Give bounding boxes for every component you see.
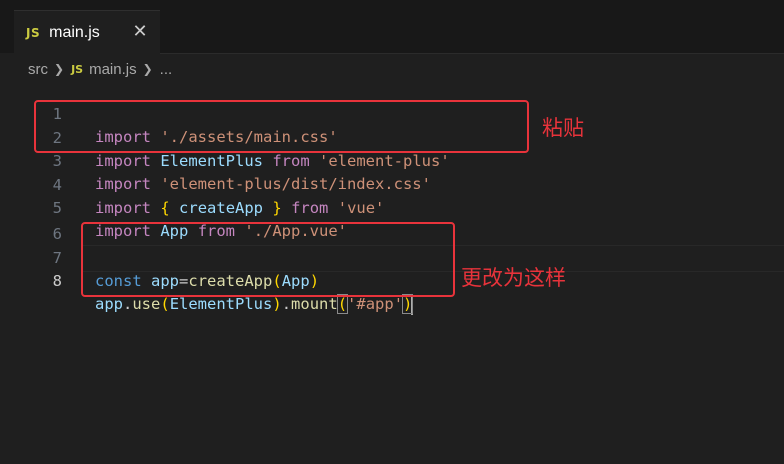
annotation-change: 更改为这样 [461,266,566,290]
line-number: 8 [52,272,62,290]
function-name: mount [291,295,338,313]
code-line[interactable]: 6 [0,200,784,243]
javascript-file-icon: JS [71,62,84,76]
paren: ( [160,295,170,313]
identifier: app [95,295,123,313]
code-line[interactable]: 5 import App from './App.vue' [0,174,784,240]
paren: ) [272,295,282,313]
breadcrumb-folder[interactable]: src [28,61,48,78]
annotation-paste: 粘贴 [542,116,584,140]
javascript-file-icon: JS [26,25,41,40]
breadcrumb-file[interactable]: main.js [89,61,137,78]
operator: . [281,295,292,313]
tab-label: main.js [49,23,100,41]
operator: . [123,295,133,313]
text-cursor [411,294,414,315]
breadcrumb: src ❯ JS main.js ❯ ... [28,59,172,79]
close-icon[interactable]: ✕ [130,22,150,42]
breadcrumb-symbol[interactable]: ... [160,61,173,78]
code-line[interactable]: 4 import { createApp } from 'vue' [0,151,784,217]
tab-bar-empty-area [160,0,784,54]
tab-main-js[interactable]: JS main.js ✕ [14,10,160,54]
annotation-box-paste [34,100,529,153]
chevron-right-icon: ❯ [54,62,65,76]
chevron-right-icon: ❯ [142,62,153,76]
function-name: use [132,295,161,313]
string-literal: '#app' [347,295,404,313]
annotation-box-change [81,222,455,297]
paren: ( [336,294,349,314]
identifier: ElementPlus [169,295,273,313]
